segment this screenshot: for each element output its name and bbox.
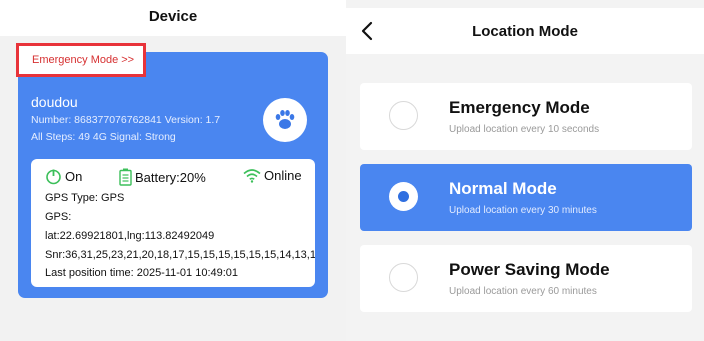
- pet-avatar-button[interactable]: [263, 98, 307, 142]
- device-steps-signal: All Steps: 49 4G Signal: Strong: [31, 131, 176, 143]
- battery-icon: [119, 168, 132, 186]
- radio-button-selected[interactable]: [389, 182, 418, 211]
- mode-option-emergency[interactable]: Emergency Mode Upload location every 10 …: [360, 83, 692, 150]
- device-number-version: Number: 868377076762841 Version: 1.7: [31, 114, 221, 126]
- device-panel: Device Emergency Mode >> doudou Number: …: [0, 0, 346, 341]
- mode-option-power-saving[interactable]: Power Saving Mode Upload location every …: [360, 245, 692, 312]
- battery-status-label: Battery:20%: [135, 169, 206, 185]
- device-header: Device: [0, 0, 346, 36]
- battery-status: Battery:20%: [119, 168, 206, 186]
- location-mode-panel: Location Mode Emergency Mode Upload loca…: [346, 0, 704, 341]
- paw-icon: [275, 110, 295, 129]
- page-title: Location Mode: [472, 23, 578, 40]
- mode-description: Upload location every 60 minutes: [449, 286, 597, 297]
- snr-values: Snr:36,31,25,23,21,20,18,17,15,15,15,15,…: [45, 249, 315, 261]
- mode-name: Emergency Mode: [449, 98, 590, 117]
- mode-option-normal[interactable]: Normal Mode Upload location every 30 min…: [360, 164, 692, 231]
- emergency-mode-link[interactable]: Emergency Mode >>: [16, 43, 146, 77]
- page-title: Device: [148, 8, 198, 25]
- location-mode-header: Location Mode: [346, 8, 704, 54]
- device-status-card: On Battery:20% Online GPS Type: GPS GPS:…: [31, 159, 315, 287]
- power-icon: [46, 169, 61, 185]
- mode-name: Power Saving Mode: [449, 260, 610, 279]
- network-status-label: Online: [264, 168, 302, 183]
- device-name: doudou: [31, 94, 78, 110]
- gps-coordinates: lat:22.69921801,lng:113.82492049: [45, 230, 215, 242]
- radio-button[interactable]: [389, 101, 418, 130]
- last-position-time: Last position time: 2025-11-01 10:49:01: [45, 267, 239, 279]
- mode-description: Upload location every 30 minutes: [449, 205, 597, 216]
- mode-name: Normal Mode: [449, 179, 557, 198]
- gps-label: GPS:: [45, 211, 72, 223]
- wifi-icon: [243, 169, 261, 183]
- gps-type: GPS Type: GPS: [45, 192, 125, 204]
- network-status: Online: [243, 168, 302, 183]
- radio-button[interactable]: [389, 263, 418, 292]
- power-status: On: [45, 168, 82, 185]
- status-row: On Battery:20% Online: [31, 168, 315, 190]
- power-status-label: On: [65, 169, 83, 184]
- radio-dot: [398, 191, 409, 202]
- mode-description: Upload location every 10 seconds: [449, 124, 600, 135]
